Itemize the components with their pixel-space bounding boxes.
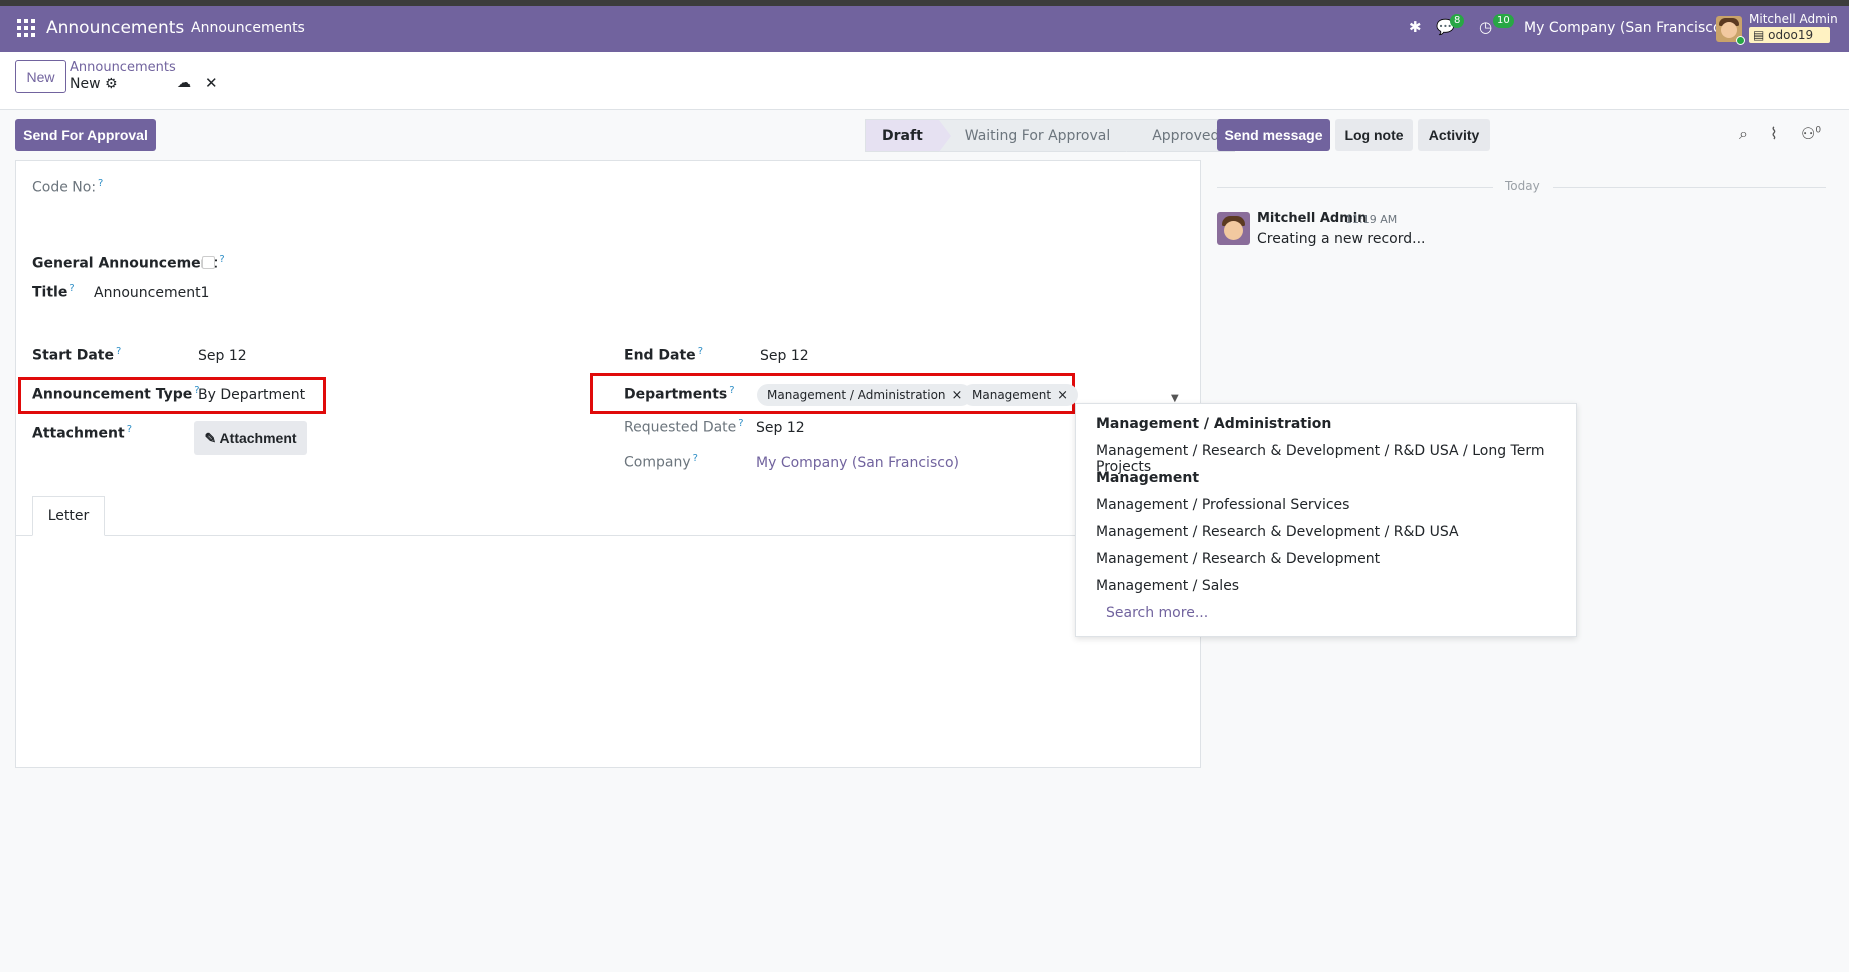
- message-author-avatar[interactable]: [1217, 212, 1250, 245]
- department-tag: Management ×: [962, 384, 1078, 406]
- dropdown-option[interactable]: Management / Research & Development / R&…: [1096, 524, 1459, 540]
- help-icon[interactable]: ?: [116, 346, 121, 357]
- dropdown-option[interactable]: Management / Research & Development: [1096, 551, 1380, 567]
- database-icon: ▤: [1753, 28, 1765, 42]
- activities-badge: 10: [1493, 14, 1514, 28]
- breadcrumb-current: New: [70, 76, 101, 92]
- menu-item-announcements[interactable]: Announcements: [191, 20, 305, 36]
- save-cloud-icon[interactable]: ☁: [177, 75, 191, 91]
- remove-tag-icon[interactable]: ×: [1057, 388, 1068, 403]
- company-field[interactable]: My Company (San Francisco): [756, 455, 959, 471]
- followers-count: 0: [1815, 125, 1822, 136]
- database-badge: ▤ odoo19: [1749, 27, 1830, 43]
- help-icon[interactable]: ?: [729, 385, 734, 396]
- announcement-type-field[interactable]: By Department: [198, 387, 305, 403]
- user-name[interactable]: Mitchell Admin: [1749, 12, 1838, 26]
- message-body: Creating a new record...: [1257, 231, 1426, 247]
- discard-close-icon[interactable]: ✕: [205, 74, 218, 92]
- date-separator: Today: [1505, 179, 1540, 193]
- end-date-label: End Date?: [624, 346, 703, 364]
- send-for-approval-button[interactable]: Send For Approval: [15, 119, 156, 151]
- app-name[interactable]: Announcements: [46, 18, 184, 38]
- help-icon[interactable]: ?: [698, 346, 703, 357]
- activities-clock-icon[interactable]: ◷ 10: [1479, 14, 1514, 36]
- company-label: Company?: [624, 453, 698, 471]
- paperclip-icon[interactable]: ⌇: [1770, 124, 1778, 143]
- form-sheet: [15, 160, 1201, 768]
- attachment-label: Attachment?: [32, 424, 132, 442]
- announcement-type-label: Announcement Type?: [32, 385, 200, 403]
- start-date-label: Start Date?: [32, 346, 122, 364]
- activity-button[interactable]: Activity: [1418, 119, 1490, 151]
- help-icon[interactable]: ?: [219, 254, 224, 265]
- messages-icon[interactable]: 💬 8: [1436, 14, 1465, 36]
- messages-badge: 8: [1450, 14, 1465, 28]
- search-icon[interactable]: ⌕: [1739, 124, 1748, 144]
- control-panel: New Announcements New ⚙ ☁ ✕: [0, 52, 1849, 110]
- bug-icon[interactable]: ✱: [1409, 18, 1422, 36]
- tab-letter[interactable]: Letter: [32, 496, 105, 536]
- statusbar: Draft Waiting For Approval Approved: [865, 119, 1236, 152]
- help-icon[interactable]: ?: [127, 424, 132, 435]
- send-message-button[interactable]: Send message: [1217, 119, 1330, 151]
- online-status-dot: [1736, 36, 1745, 45]
- message-time: 11:19 AM: [1345, 213, 1398, 226]
- dropdown-option[interactable]: Management: [1096, 470, 1199, 486]
- new-button[interactable]: New: [15, 60, 66, 93]
- paperclip-icon: ✎: [204, 429, 217, 446]
- title-field[interactable]: Announcement1: [94, 285, 209, 301]
- followers-icon[interactable]: ⚇0: [1801, 124, 1821, 143]
- departments-dropdown: Management / Administration Management /…: [1075, 403, 1577, 637]
- requested-date-field[interactable]: Sep 12: [756, 420, 805, 436]
- departments-label: Departments?: [624, 385, 735, 403]
- help-icon[interactable]: ?: [693, 453, 698, 464]
- start-date-field[interactable]: Sep 12: [198, 348, 247, 364]
- end-date-field[interactable]: Sep 12: [760, 348, 809, 364]
- dropdown-option[interactable]: Management / Professional Services: [1096, 497, 1349, 513]
- general-announcement-checkbox[interactable]: [202, 256, 215, 269]
- code-no-label: Code No:?: [32, 178, 104, 196]
- separator-line: [1217, 187, 1493, 188]
- general-announcement-label: General Announcement?: [32, 254, 225, 272]
- gear-icon[interactable]: ⚙: [105, 76, 118, 92]
- requested-date-label: Requested Date?: [624, 418, 744, 436]
- tab-divider: [15, 535, 1201, 536]
- help-icon[interactable]: ?: [98, 178, 103, 189]
- title-label: Title?: [32, 283, 75, 301]
- department-tag: Management / Administration ×: [757, 384, 973, 406]
- remove-tag-icon[interactable]: ×: [952, 388, 963, 403]
- stage-waiting-for-approval[interactable]: Waiting For Approval: [938, 119, 1139, 152]
- stage-draft[interactable]: Draft: [865, 119, 951, 152]
- company-switcher[interactable]: My Company (San Francisco): [1524, 20, 1727, 36]
- apps-grid-icon[interactable]: [17, 19, 35, 37]
- attachment-button[interactable]: ✎ Attachment: [194, 421, 307, 455]
- breadcrumb-parent[interactable]: Announcements: [70, 60, 176, 75]
- search-more-link[interactable]: Search more...: [1106, 605, 1208, 621]
- help-icon[interactable]: ?: [69, 283, 74, 294]
- log-note-button[interactable]: Log note: [1335, 119, 1413, 151]
- dropdown-option[interactable]: Management / Sales: [1096, 578, 1239, 594]
- help-icon[interactable]: ?: [738, 418, 743, 429]
- main-navbar: Announcements Announcements ✱ 💬 8 ◷ 10 My …: [0, 6, 1849, 52]
- separator-line: [1553, 187, 1826, 188]
- database-name: odoo19: [1768, 28, 1814, 42]
- dropdown-option[interactable]: Management / Administration: [1096, 416, 1331, 432]
